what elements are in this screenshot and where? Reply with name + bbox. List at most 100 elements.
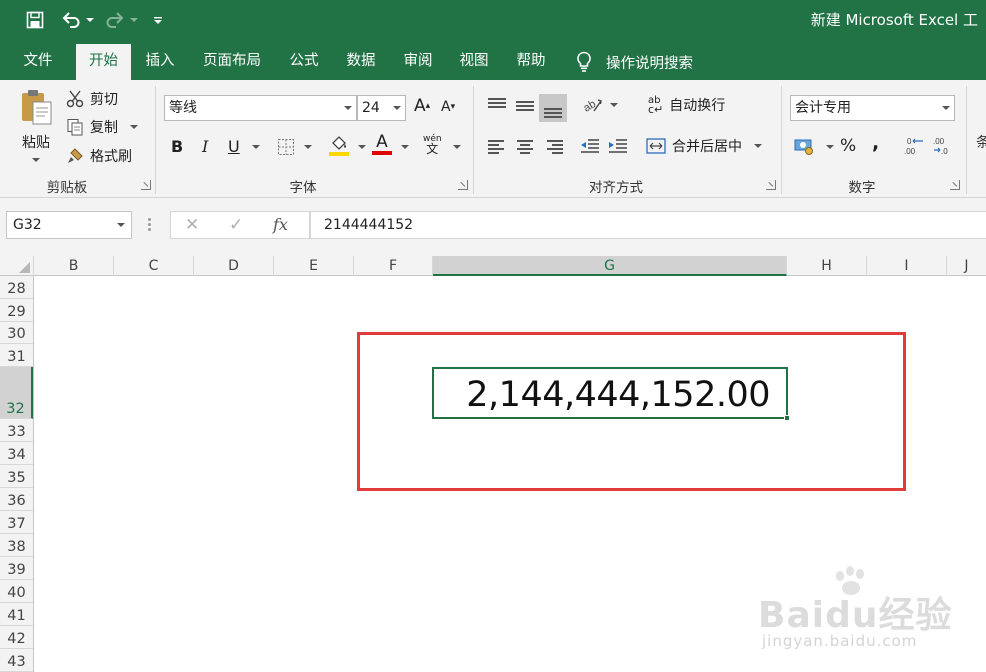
font-size-dropdown-icon[interactable] xyxy=(393,106,401,110)
phonetic-dropdown-icon[interactable] xyxy=(453,145,461,149)
orientation-icon[interactable]: ab xyxy=(582,95,618,115)
underline-dropdown-icon[interactable] xyxy=(252,145,260,149)
comma-style-button[interactable]: , xyxy=(872,132,879,154)
tab-home[interactable]: 开始 xyxy=(76,44,131,80)
column-header[interactable]: J xyxy=(947,256,986,276)
redo-dropdown-icon[interactable] xyxy=(128,8,140,32)
row-header[interactable]: 43 xyxy=(0,649,33,672)
accounting-dropdown-icon[interactable] xyxy=(826,145,834,149)
increase-decimal-icon[interactable]: 0.00 xyxy=(903,136,925,156)
row-header-selected[interactable]: 32 xyxy=(0,367,33,419)
align-left-icon[interactable] xyxy=(488,140,506,154)
alignment-launcher-icon[interactable] xyxy=(766,180,776,190)
select-all-corner[interactable] xyxy=(0,256,34,276)
column-header[interactable]: D xyxy=(194,256,274,276)
font-name-combo[interactable]: 等线 xyxy=(164,95,357,121)
format-painter-button[interactable]: 格式刷 xyxy=(66,145,132,167)
cancel-icon[interactable]: ✕ xyxy=(185,215,199,235)
undo-icon[interactable] xyxy=(58,8,84,32)
fill-color-dropdown-icon[interactable] xyxy=(358,145,366,149)
row-header[interactable]: 37 xyxy=(0,511,33,534)
copy-dropdown-icon[interactable] xyxy=(130,125,138,129)
insert-function-icon[interactable]: fx xyxy=(273,215,288,234)
accounting-format-icon[interactable] xyxy=(794,137,816,155)
borders-dropdown-icon[interactable] xyxy=(304,145,312,149)
row-header[interactable]: 42 xyxy=(0,626,33,649)
clipboard-launcher-icon[interactable] xyxy=(141,180,151,190)
paste-dropdown-icon[interactable] xyxy=(32,158,40,162)
font-name-dropdown-icon[interactable] xyxy=(344,106,352,110)
font-size-combo[interactable]: 24 xyxy=(357,95,406,121)
row-header[interactable]: 29 xyxy=(0,299,33,322)
name-box-dropdown-icon[interactable] xyxy=(117,223,125,227)
tab-review[interactable]: 审阅 xyxy=(392,44,444,80)
redo-icon[interactable] xyxy=(102,8,128,32)
tab-formulas[interactable]: 公式 xyxy=(278,44,330,80)
row-header[interactable]: 30 xyxy=(0,322,33,344)
grow-font-icon[interactable]: A ▴ xyxy=(414,96,430,116)
fill-handle[interactable] xyxy=(784,415,790,421)
column-header[interactable]: F xyxy=(354,256,433,276)
save-icon[interactable] xyxy=(22,8,48,32)
column-header[interactable]: B xyxy=(34,256,114,276)
tab-page-layout[interactable]: 页面布局 xyxy=(192,44,272,80)
tab-data[interactable]: 数据 xyxy=(335,44,387,80)
align-right-icon[interactable] xyxy=(545,140,563,154)
row-header[interactable]: 36 xyxy=(0,488,33,511)
paste-button[interactable]: 粘贴 xyxy=(14,88,58,172)
column-header[interactable]: I xyxy=(867,256,947,276)
number-format-combo[interactable]: 会计专用 xyxy=(790,95,955,121)
font-launcher-icon[interactable] xyxy=(458,180,468,190)
increase-indent-icon[interactable] xyxy=(608,137,628,155)
shrink-font-icon[interactable]: A ▾ xyxy=(441,99,455,115)
orientation-dropdown-icon[interactable] xyxy=(610,103,618,107)
merge-center-button[interactable]: 合并后居中 xyxy=(646,136,762,156)
percent-style-button[interactable]: % xyxy=(840,136,856,156)
fill-color-icon[interactable] xyxy=(329,136,349,156)
number-format-dropdown-icon[interactable] xyxy=(942,106,950,110)
column-header-selected[interactable]: G xyxy=(433,256,787,276)
name-box[interactable]: G32 xyxy=(6,211,132,239)
row-header[interactable]: 40 xyxy=(0,580,33,603)
number-launcher-icon[interactable] xyxy=(950,180,960,190)
font-color-icon[interactable]: A xyxy=(372,134,392,155)
underline-button[interactable]: U xyxy=(228,137,240,156)
align-center-icon[interactable] xyxy=(516,140,534,154)
tab-insert[interactable]: 插入 xyxy=(134,44,186,80)
borders-icon[interactable] xyxy=(277,138,295,156)
phonetic-guide-icon[interactable]: wén 文 xyxy=(423,134,442,155)
align-top-icon[interactable] xyxy=(488,98,506,112)
selected-cell[interactable]: 2,144,444,152.00 xyxy=(432,367,790,421)
italic-button[interactable]: I xyxy=(202,137,208,156)
copy-button[interactable]: 复制 xyxy=(66,116,138,138)
row-header[interactable]: 39 xyxy=(0,557,33,580)
enter-check-icon[interactable]: ✓ xyxy=(229,215,243,235)
row-header[interactable]: 31 xyxy=(0,344,33,367)
undo-dropdown-icon[interactable] xyxy=(84,8,96,32)
decrease-decimal-icon[interactable]: .00.0 xyxy=(932,136,954,156)
tab-help[interactable]: 帮助 xyxy=(505,44,557,80)
row-header[interactable]: 28 xyxy=(0,276,33,299)
row-header[interactable]: 33 xyxy=(0,419,33,442)
cut-button[interactable]: 剪切 xyxy=(66,88,118,110)
font-color-dropdown-icon[interactable] xyxy=(401,145,409,149)
bold-button[interactable]: B xyxy=(171,137,183,156)
formula-input[interactable]: 2144444152 xyxy=(310,211,986,239)
tell-me-search[interactable]: 操作说明搜索 xyxy=(576,44,693,80)
row-header[interactable]: 41 xyxy=(0,603,33,626)
customize-toolbar-icon[interactable] xyxy=(150,8,166,32)
align-middle-icon[interactable] xyxy=(516,98,534,112)
formula-bar-resize-handle[interactable] xyxy=(148,217,151,233)
row-header[interactable]: 35 xyxy=(0,465,33,488)
row-header[interactable]: 38 xyxy=(0,534,33,557)
column-header[interactable]: E xyxy=(274,256,354,276)
tab-view[interactable]: 视图 xyxy=(448,44,500,80)
row-header[interactable]: 34 xyxy=(0,442,33,465)
align-bottom-button[interactable] xyxy=(539,94,567,122)
tab-file[interactable]: 文件 xyxy=(10,44,66,80)
decrease-indent-icon[interactable] xyxy=(580,137,600,155)
wrap-text-button[interactable]: ab c↵ 自动换行 xyxy=(648,95,725,116)
merge-center-dropdown-icon[interactable] xyxy=(754,144,762,148)
column-header[interactable]: H xyxy=(787,256,867,276)
column-header[interactable]: C xyxy=(114,256,194,276)
